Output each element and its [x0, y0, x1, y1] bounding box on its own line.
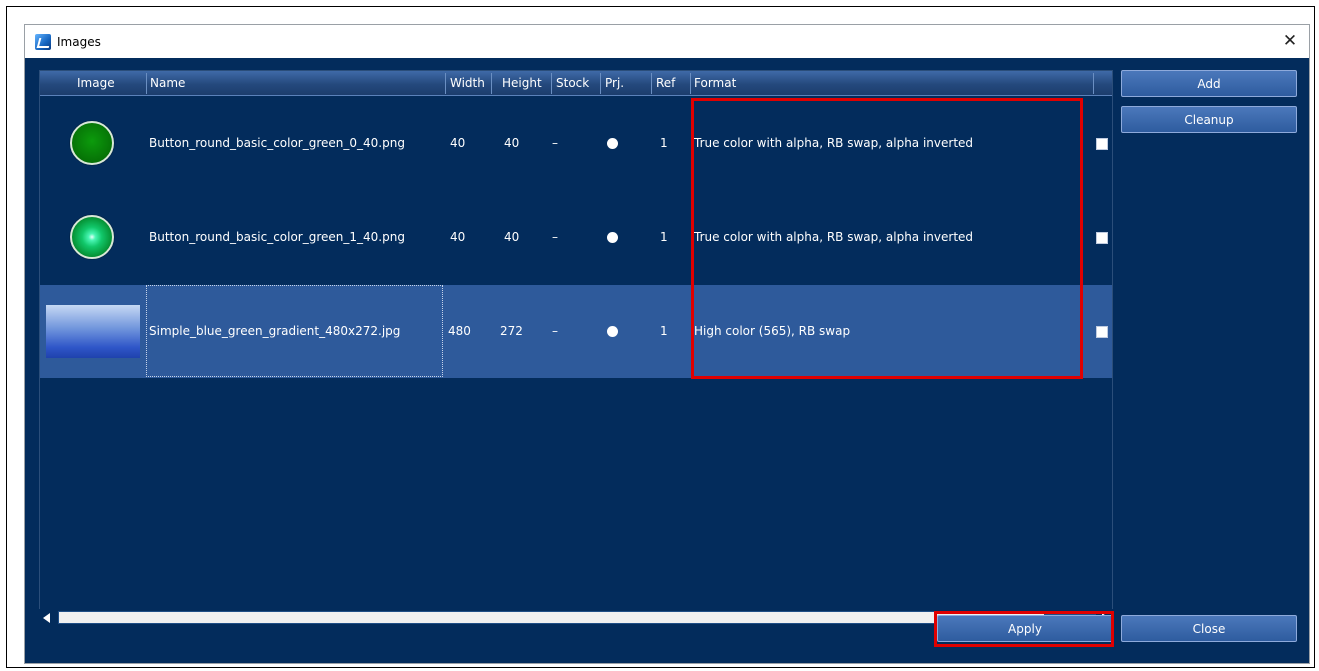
image-format: True color with alpha, RB swap, alpha in…	[694, 230, 974, 244]
table-row[interactable]: Button_round_basic_color_green_0_40.png …	[40, 97, 1112, 190]
column-separator	[651, 73, 652, 94]
stock-value: –	[552, 324, 558, 338]
stock-value: –	[552, 230, 558, 244]
ref-count: 1	[660, 136, 668, 150]
ref-count: 1	[660, 230, 668, 244]
column-header-ref[interactable]: Ref	[656, 71, 675, 96]
column-separator	[551, 73, 552, 94]
project-indicator	[607, 232, 618, 243]
images-table: Image Name Width Height Stock Prj. Ref F…	[39, 70, 1113, 610]
column-header-stock[interactable]: Stock	[556, 71, 589, 96]
green-button-icon	[70, 121, 114, 165]
stock-value: –	[552, 136, 558, 150]
image-name: Button_round_basic_color_green_1_40.png	[149, 230, 405, 244]
window-title: Images	[57, 34, 101, 49]
image-width: 480	[448, 324, 471, 338]
column-header-name[interactable]: Name	[150, 71, 185, 96]
close-button[interactable]: Close	[1121, 615, 1297, 642]
images-dialog: Images ✕ Image Name Width Height Stock P…	[24, 24, 1310, 664]
row-checkbox[interactable]	[1096, 138, 1108, 150]
column-header-height[interactable]: Height	[502, 71, 542, 96]
scroll-left-arrow-icon[interactable]	[43, 613, 50, 623]
project-indicator	[607, 138, 618, 149]
column-header-project[interactable]: Prj.	[605, 71, 624, 96]
image-width: 40	[450, 230, 466, 244]
column-separator	[690, 73, 691, 94]
image-height: 40	[504, 136, 520, 150]
cleanup-button[interactable]: Cleanup	[1121, 106, 1297, 133]
column-header-image[interactable]: Image	[77, 71, 115, 96]
column-separator	[146, 73, 147, 94]
image-height: 40	[504, 230, 520, 244]
ref-count: 1	[660, 324, 668, 338]
column-separator	[491, 73, 492, 94]
project-indicator	[607, 326, 618, 337]
add-button[interactable]: Add	[1121, 70, 1297, 97]
apply-button[interactable]: Apply	[937, 615, 1113, 642]
column-separator	[600, 73, 601, 94]
row-checkbox[interactable]	[1096, 232, 1108, 244]
table-row[interactable]: Button_round_basic_color_green_1_40.png …	[40, 191, 1112, 284]
table-header: Image Name Width Height Stock Prj. Ref F…	[40, 71, 1112, 96]
column-header-width[interactable]: Width	[450, 71, 485, 96]
image-height: 272	[500, 324, 523, 338]
image-format: True color with alpha, RB swap, alpha in…	[694, 136, 974, 150]
image-width: 40	[450, 136, 466, 150]
image-format: High color (565), RB swap	[694, 324, 851, 338]
title-bar: Images ✕	[25, 25, 1309, 58]
blue-gradient-thumbnail	[46, 305, 140, 358]
app-icon	[35, 33, 51, 50]
column-separator	[445, 73, 446, 94]
green-button-lit-icon	[70, 215, 114, 259]
scrollbar-thumb[interactable]	[59, 612, 1044, 623]
close-icon[interactable]: ✕	[1279, 30, 1301, 52]
image-name: Simple_blue_green_gradient_480x272.jpg	[149, 324, 401, 338]
column-separator	[1093, 73, 1094, 94]
row-checkbox[interactable]	[1096, 326, 1108, 338]
image-name: Button_round_basic_color_green_0_40.png	[149, 136, 405, 150]
column-header-format[interactable]: Format	[694, 71, 736, 96]
table-row-selected[interactable]: Simple_blue_green_gradient_480x272.jpg 4…	[40, 285, 1112, 378]
